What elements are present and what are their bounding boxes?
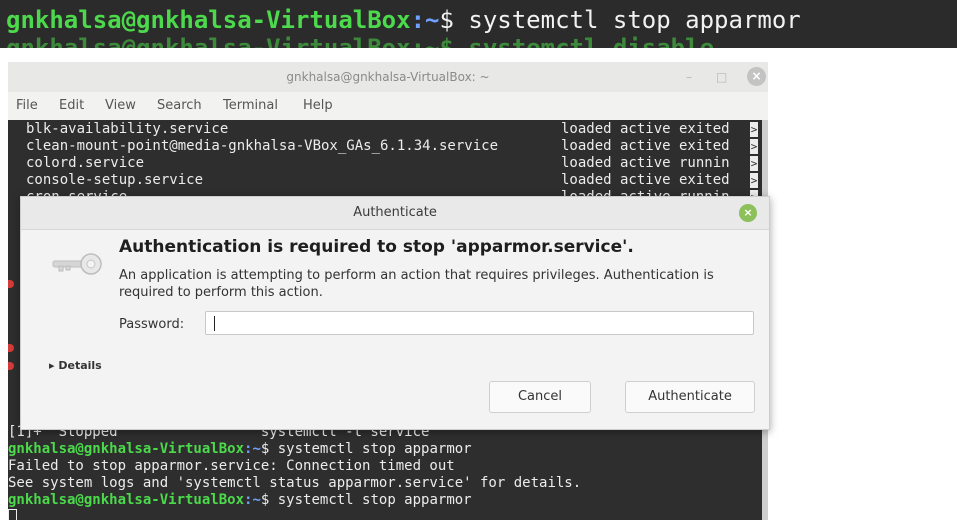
service-status: loaded active exited	[561, 138, 730, 154]
key-icon	[52, 253, 102, 275]
overflow-marker: >	[750, 139, 758, 154]
password-label: Password:	[119, 317, 185, 332]
terminal-menubar: File Edit View Search Terminal Help	[8, 92, 768, 120]
terminal-title: gnkhalsa@gnkhalsa-VirtualBox: ~	[286, 70, 490, 84]
service-status: loaded active exited	[561, 121, 730, 137]
password-field[interactable]	[205, 311, 754, 335]
service-status: loaded active runnin	[561, 155, 730, 171]
close-icon[interactable]: ×	[747, 67, 766, 86]
error-marker	[8, 362, 14, 370]
error-marker	[8, 280, 14, 288]
zoomed-command-line: gnkhalsa@gnkhalsa-VirtualBox:~$ systemct…	[6, 6, 801, 34]
dialog-title: Authenticate	[353, 205, 437, 220]
dialog-description: An application is attempting to perform …	[119, 268, 714, 300]
menu-view[interactable]: View	[105, 98, 136, 113]
dialog-titlebar[interactable]: Authenticate ×	[21, 197, 769, 230]
service-status: loaded active exited	[561, 172, 730, 188]
service-name: console-setup.service	[26, 172, 204, 188]
menu-help[interactable]: Help	[303, 98, 333, 113]
menu-terminal[interactable]: Terminal	[223, 98, 278, 113]
service-name: colord.service	[26, 155, 145, 171]
prompt-line: gnkhalsa@gnkhalsa-VirtualBox:~$ systemct…	[8, 492, 472, 508]
maximize-icon[interactable]: □	[716, 70, 727, 84]
dialog-close-icon[interactable]: ×	[739, 204, 757, 222]
zoomed-next-line: gnkhalsa@gnkhalsa-VirtualBox:~$ systemct…	[6, 34, 715, 48]
prompt-line: gnkhalsa@gnkhalsa-VirtualBox:~$ systemct…	[8, 441, 472, 457]
menu-edit[interactable]: Edit	[59, 98, 84, 113]
overflow-marker: >	[750, 173, 758, 188]
menu-search[interactable]: Search	[157, 98, 202, 113]
zoomed-terminal-strip: gnkhalsa@gnkhalsa-VirtualBox:~$ systemct…	[0, 0, 957, 48]
hint-line: See system logs and 'systemctl status ap…	[8, 475, 582, 491]
dialog-heading: Authentication is required to stop 'appa…	[119, 237, 634, 257]
error-marker	[8, 344, 14, 352]
overflow-marker: >	[750, 156, 758, 171]
authenticate-dialog: Authenticate × Authentication is require…	[20, 196, 770, 430]
service-name: clean-mount-point@media-gnkhalsa-VBox_GA…	[26, 138, 499, 154]
cancel-button[interactable]: Cancel	[489, 381, 591, 413]
details-expander[interactable]: ▸ Details	[49, 359, 102, 372]
overflow-marker: >	[750, 122, 758, 137]
terminal-cursor	[8, 509, 17, 520]
error-line: Failed to stop apparmor.service: Connect…	[8, 458, 455, 474]
text-caret	[214, 316, 215, 331]
menu-file[interactable]: File	[16, 98, 38, 113]
service-name: blk-availability.service	[26, 121, 229, 137]
authenticate-button[interactable]: Authenticate	[625, 381, 755, 413]
terminal-titlebar[interactable]: gnkhalsa@gnkhalsa-VirtualBox: ~ – □ ×	[8, 62, 768, 92]
minimize-icon[interactable]: –	[686, 70, 692, 84]
